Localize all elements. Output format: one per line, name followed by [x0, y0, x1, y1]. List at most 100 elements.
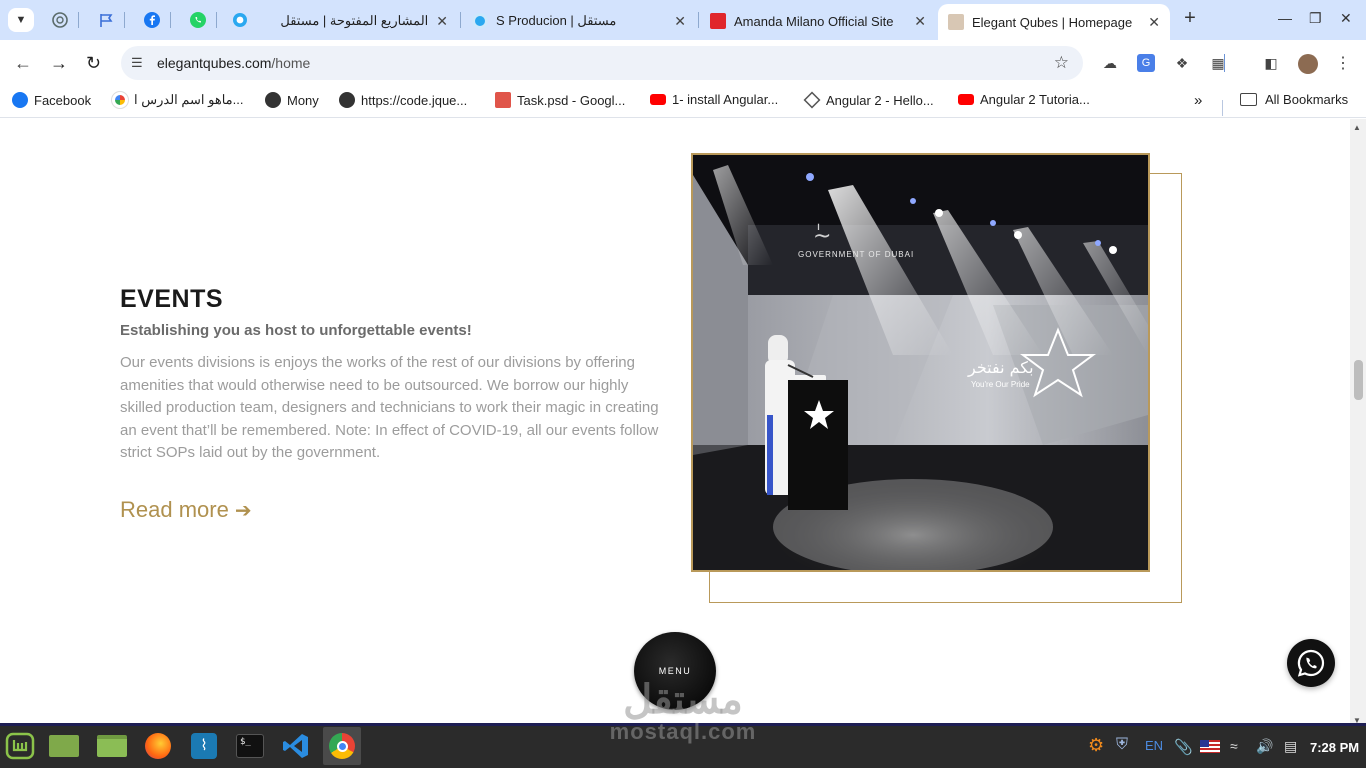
- bookmark-install-angular[interactable]: 1- install Angular...: [650, 92, 778, 107]
- extension-cloud-icon[interactable]: ☁: [1101, 54, 1119, 72]
- bookmark-google-search[interactable]: ماهو اسم الدرس ا...: [111, 91, 244, 109]
- google-icon: [111, 91, 129, 109]
- menu-label: MENU: [658, 666, 692, 676]
- angular-icon: [803, 91, 821, 109]
- bookmark-label: Angular 2 Tutoria...: [980, 92, 1090, 107]
- adobe-icon: [710, 13, 726, 29]
- pinned-tab-flag[interactable]: [92, 8, 120, 32]
- bookmark-label: 1- install Angular...: [672, 92, 779, 107]
- page-scrollbar[interactable]: ▲ ▼: [1350, 119, 1366, 728]
- site-info-icon[interactable]: ☰: [131, 55, 149, 71]
- tab-search-button[interactable]: ▼: [8, 8, 34, 32]
- battery-icon[interactable]: ▤: [1284, 738, 1297, 755]
- shield-icon[interactable]: ⛨: [1116, 736, 1128, 754]
- bookmark-facebook[interactable]: Facebook: [12, 92, 91, 108]
- chrome-icon[interactable]: [323, 727, 361, 765]
- all-bookmarks-button[interactable]: All Bookmarks: [1240, 92, 1348, 107]
- url-text[interactable]: elegantqubes.com/home: [157, 55, 310, 71]
- whatsapp-icon: [190, 12, 206, 28]
- address-bar[interactable]: ☰ elegantqubes.com/home ☆: [121, 46, 1083, 80]
- bookmark-star-icon[interactable]: ☆: [1054, 53, 1069, 73]
- keyboard-layout-indicator[interactable]: EN: [1145, 738, 1163, 753]
- bookmark-mony[interactable]: Mony: [265, 92, 319, 108]
- close-icon[interactable]: ✕: [436, 13, 448, 30]
- clock[interactable]: 7:28 PM: [1310, 740, 1359, 755]
- bookmark-label: https://code.jque...: [361, 92, 468, 108]
- bookmark-angular-hello[interactable]: Angular 2 - Hello...: [803, 91, 934, 109]
- forward-button[interactable]: →: [50, 53, 68, 74]
- tab-title: Elegant Qubes | Homepage: [972, 14, 1133, 30]
- back-button[interactable]: ←: [14, 53, 32, 74]
- bookmark-label: ماهو اسم الدرس ا...: [134, 92, 244, 107]
- vscode-icon[interactable]: [279, 729, 313, 763]
- pinned-tab-whatsapp[interactable]: [184, 8, 212, 32]
- bookmark-label: Angular 2 - Hello...: [826, 92, 934, 108]
- tab-title: Amanda Milano Official Site: [734, 13, 894, 29]
- update-manager-icon[interactable]: ⚙: [1088, 735, 1104, 756]
- close-icon[interactable]: ✕: [1148, 14, 1160, 31]
- read-more-label: Read more: [120, 497, 229, 522]
- firefox-icon[interactable]: [141, 729, 175, 763]
- chatgpt-icon: [52, 12, 68, 28]
- arrow-right-icon: ➔: [234, 499, 252, 522]
- desktop-folder-icon[interactable]: [47, 729, 81, 763]
- site-icon: [948, 14, 964, 30]
- flag-icon: [100, 14, 113, 27]
- mint-menu-icon[interactable]: [3, 729, 37, 763]
- scrollbar-thumb[interactable]: [1354, 360, 1363, 400]
- globe-icon: [339, 92, 355, 108]
- extension-grid-icon[interactable]: ❖: [1173, 54, 1191, 72]
- bookmark-task-psd[interactable]: Task.psd - Googl...: [495, 92, 625, 108]
- watermark-arabic: مستقل: [623, 678, 743, 722]
- wifi-icon[interactable]: ≈: [1230, 738, 1238, 754]
- menu-kebab-icon[interactable]: ⋮: [1334, 54, 1352, 72]
- reload-button[interactable]: ↻: [86, 53, 101, 74]
- more-bookmarks-button[interactable]: »: [1194, 92, 1202, 109]
- mostaql-icon: [472, 13, 488, 29]
- paperclip-icon[interactable]: 📎: [1174, 738, 1193, 756]
- watermark-latin: mostaql.com: [609, 719, 757, 744]
- screen-text-english: You're Our Pride: [971, 380, 1030, 389]
- maximize-button[interactable]: ❐: [1309, 10, 1322, 27]
- bookmark-angular-tutorial[interactable]: Angular 2 Tutoria...: [958, 92, 1090, 107]
- screen-text-arabic: بكم نفتخر: [967, 358, 1034, 378]
- pinned-tab-chatgpt[interactable]: [46, 8, 74, 32]
- tab-mostaql-projects[interactable]: المشاريع المفتوحة | مستقل ✕: [262, 6, 458, 36]
- bookmark-label: Task.psd - Googl...: [517, 92, 626, 108]
- circle-app-icon: [233, 13, 247, 27]
- close-icon[interactable]: ✕: [674, 13, 686, 30]
- new-tab-button[interactable]: +: [1180, 8, 1200, 29]
- folder-icon: [1240, 93, 1257, 106]
- youtube-icon: [650, 94, 666, 105]
- terminal-icon[interactable]: $_: [233, 729, 267, 763]
- read-more-link[interactable]: Read more ➔: [120, 497, 252, 523]
- translate-icon[interactable]: G: [1137, 54, 1155, 72]
- mysql-workbench-icon[interactable]: ⌇: [187, 729, 221, 763]
- bookmark-jquery[interactable]: https://code.jque...: [339, 92, 467, 108]
- tab-title: S Producion | مستقل: [496, 13, 617, 28]
- youtube-icon: [958, 94, 974, 105]
- pinned-tab-facebook[interactable]: [138, 8, 166, 32]
- pinned-tab-app[interactable]: [226, 8, 254, 32]
- minimize-button[interactable]: —: [1278, 10, 1292, 26]
- scroll-up-arrow-icon[interactable]: ▲: [1353, 123, 1361, 132]
- drive-image-icon: [495, 92, 511, 108]
- screen-text-government: GOVERNMENT OF DUBAI: [798, 250, 914, 259]
- close-icon[interactable]: ✕: [914, 13, 926, 30]
- tab-elegant-qubes[interactable]: Elegant Qubes | Homepage ✕: [938, 4, 1170, 40]
- facebook-icon: [12, 92, 28, 108]
- tab-amanda-milano[interactable]: Amanda Milano Official Site ✕: [700, 6, 936, 36]
- side-panel-icon[interactable]: ◧: [1262, 54, 1280, 72]
- section-title: EVENTS: [120, 285, 224, 313]
- volume-icon[interactable]: 🔊: [1256, 738, 1273, 755]
- tab-s-producion[interactable]: S Producion | مستقل ✕: [462, 6, 696, 36]
- profile-avatar[interactable]: [1298, 54, 1318, 74]
- event-photo: GOVERNMENT OF DUBAI ~ٰ بكم نفتخر You're …: [691, 153, 1150, 572]
- tab-title: المشاريع المفتوحة | مستقل: [280, 13, 429, 28]
- bookmark-label: Facebook: [34, 92, 92, 108]
- bookmark-label: Mony: [287, 92, 319, 108]
- close-window-button[interactable]: ✕: [1340, 10, 1352, 27]
- whatsapp-chat-button[interactable]: [1287, 639, 1335, 687]
- files-icon[interactable]: [95, 729, 129, 763]
- us-flag-icon[interactable]: [1200, 740, 1220, 753]
